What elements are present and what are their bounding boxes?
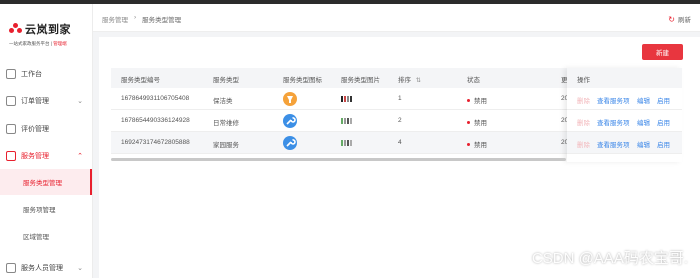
sidebar-item-workbench[interactable]: 工作台 <box>0 61 92 87</box>
cell-sort: 4 <box>398 139 402 146</box>
delete-link[interactable]: 删除 <box>577 95 590 105</box>
column-header-icon: 服务类型图标 <box>283 77 322 84</box>
operations-column: 操作 删除 查看服务项 编辑 启用 删除 查看服务项 编辑 启用 删除 查看服务… <box>567 68 682 162</box>
logo-subtitle: 一站式家政服务平台 | 管理端 <box>9 41 67 47</box>
column-header-type: 服务类型 <box>213 77 239 84</box>
edit-link[interactable]: 编辑 <box>637 139 650 149</box>
horizontal-scrollbar[interactable] <box>111 158 566 161</box>
operations-header: 操作 <box>567 68 682 88</box>
cell-type: 保洁类 <box>213 98 233 105</box>
column-header-image: 服务类型图片 <box>341 77 380 84</box>
operations-header-label: 操作 <box>577 77 590 84</box>
service-image-thumbnail <box>341 118 355 124</box>
sidebar-item-label: 服务人员管理 <box>21 265 63 272</box>
wrench-icon <box>283 136 297 150</box>
breadcrumb: 服务管理 › 服务类型管理 <box>102 14 181 24</box>
view-service-items-link[interactable]: 查看服务项 <box>597 117 630 127</box>
logo: 云岚到家 <box>9 21 71 37</box>
logo-icon <box>9 22 22 36</box>
status-badge: 禁用 <box>467 139 487 149</box>
cell-sort: 1 <box>398 95 402 102</box>
chevron-down-icon: ⌄ <box>77 265 83 272</box>
column-header-sort[interactable]: 排序 ⇅ <box>398 74 421 84</box>
view-service-items-link[interactable]: 查看服务项 <box>597 139 630 149</box>
refresh-icon: ↻ <box>668 14 675 24</box>
refresh-label: 刷新 <box>678 17 691 24</box>
status-label: 禁用 <box>474 98 487 105</box>
cell-type: 日常维修 <box>213 120 239 127</box>
logo-subtitle-text: 一站式家政服务平台 <box>9 41 50 46</box>
cell-sort: 2 <box>398 117 402 124</box>
cell-type: 家园服务 <box>213 142 239 149</box>
breadcrumb-current: 服务类型管理 <box>142 17 182 24</box>
cell-id: 1692473174672805888 <box>121 139 190 146</box>
logo-subtitle-accent: 管理端 <box>53 41 67 46</box>
cell-id: 1678649931106705408 <box>121 95 190 102</box>
sidebar-subitem-label: 服务类型管理 <box>23 180 62 187</box>
view-service-items-link[interactable]: 查看服务项 <box>597 95 630 105</box>
new-button[interactable]: 新建 <box>642 44 683 60</box>
workbench-icon <box>6 69 16 79</box>
sort-icon[interactable]: ⇅ <box>416 78 421 84</box>
sidebar-subitem-label: 区域管理 <box>23 234 49 241</box>
broom-icon <box>283 92 297 106</box>
order-icon <box>6 96 16 106</box>
breadcrumb-root[interactable]: 服务管理 <box>102 14 128 24</box>
status-dot-icon <box>467 120 470 124</box>
delete-link[interactable]: 删除 <box>577 117 590 127</box>
wrench-icon <box>283 114 297 128</box>
status-badge: 禁用 <box>467 95 487 105</box>
status-label: 禁用 <box>474 142 487 149</box>
enable-link[interactable]: 启用 <box>657 117 670 127</box>
edit-link[interactable]: 编辑 <box>637 117 650 127</box>
sidebar-item-reviews[interactable]: 评价管理 <box>0 116 92 142</box>
column-header-status: 状态 <box>467 77 480 84</box>
staff-icon <box>6 263 16 273</box>
sidebar-subitem-label: 服务项管理 <box>23 207 56 214</box>
service-image-thumbnail <box>341 96 355 102</box>
chevron-up-icon: ⌃ <box>77 153 83 160</box>
sidebar: 云岚到家 一站式家政服务平台 | 管理端 工作台 订单管理 ⌄ 评价管理 服务管… <box>0 4 93 278</box>
service-icon <box>6 151 16 161</box>
header: 服务管理 › 服务类型管理 ↻ 刷新 <box>93 4 700 32</box>
chevron-down-icon: ⌄ <box>77 98 83 105</box>
sidebar-item-orders[interactable]: 订单管理 ⌄ <box>0 88 92 114</box>
sidebar-subitem-service-items[interactable]: 服务项管理 <box>0 196 92 222</box>
sidebar-item-label: 评价管理 <box>21 126 49 133</box>
sidebar-item-label: 服务管理 <box>21 153 49 160</box>
status-dot-icon <box>467 98 470 102</box>
watermark: CSDN @AAA码农宝哥. <box>531 250 688 267</box>
sidebar-item-staff[interactable]: 服务人员管理 ⌄ <box>0 255 92 278</box>
sidebar-subitem-service-types[interactable]: 服务类型管理 <box>0 169 92 195</box>
sidebar-item-services[interactable]: 服务管理 ⌃ <box>0 143 92 169</box>
review-icon <box>6 124 16 134</box>
status-badge: 禁用 <box>467 117 487 127</box>
sidebar-item-label: 订单管理 <box>21 98 49 105</box>
status-label: 禁用 <box>474 120 487 127</box>
refresh-button[interactable]: ↻ 刷新 <box>668 14 691 24</box>
status-dot-icon <box>467 142 470 146</box>
column-header-sort-label: 排序 <box>398 77 411 84</box>
cell-id: 1678654490336124928 <box>121 117 190 124</box>
sidebar-subitem-regions[interactable]: 区域管理 <box>0 223 92 249</box>
breadcrumb-separator: › <box>134 14 137 21</box>
sidebar-item-label: 工作台 <box>21 71 42 78</box>
operations-row: 删除 查看服务项 编辑 启用 <box>567 132 682 154</box>
logo-text: 云岚到家 <box>25 23 71 36</box>
enable-link[interactable]: 启用 <box>657 139 670 149</box>
operations-row: 删除 查看服务项 编辑 启用 <box>567 88 682 110</box>
enable-link[interactable]: 启用 <box>657 95 670 105</box>
column-header-id: 服务类型编号 <box>121 77 160 84</box>
delete-link[interactable]: 删除 <box>577 139 590 149</box>
service-image-thumbnail <box>341 140 355 146</box>
operations-row: 删除 查看服务项 编辑 启用 <box>567 110 682 132</box>
edit-link[interactable]: 编辑 <box>637 95 650 105</box>
